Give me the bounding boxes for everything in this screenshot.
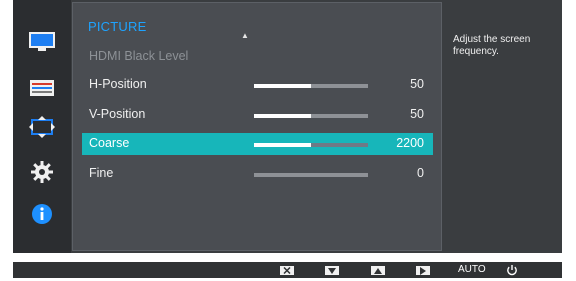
menu-item-fine[interactable]: Fine 0	[82, 163, 433, 185]
sidebar-item-information[interactable]	[13, 197, 71, 231]
bottom-button-bar: AUTO	[13, 262, 562, 278]
menu-item-label: HDMI Black Level	[89, 49, 189, 63]
menu-item-value: 50	[410, 107, 424, 121]
close-button[interactable]	[280, 266, 294, 275]
help-description: Adjust the screen frequency.	[453, 34, 531, 57]
close-x-icon	[283, 267, 291, 274]
menu-item-label: Fine	[89, 166, 114, 180]
menu-item-value: 50	[410, 77, 424, 91]
auto-button[interactable]: AUTO	[458, 264, 486, 275]
slider-fill	[254, 114, 311, 118]
menu-item-value: 2200	[396, 136, 424, 150]
sidebar-item-onscreen-display[interactable]	[13, 71, 71, 105]
sidebar-item-settings[interactable]	[13, 155, 71, 189]
information-icon	[32, 204, 52, 224]
monitor-picture-icon	[29, 32, 55, 51]
arrow-up-icon	[374, 267, 382, 274]
picture-menu-panel: PICTURE ▲ HDMI Black Level H-Position 50…	[72, 2, 442, 251]
settings-gear-icon	[31, 161, 53, 183]
coarse-slider[interactable]	[254, 143, 368, 147]
menu-item-v-position[interactable]: V-Position 50	[82, 104, 433, 126]
up-button[interactable]	[371, 266, 385, 275]
slider-fill	[254, 84, 311, 88]
h-position-slider[interactable]	[254, 84, 368, 88]
down-button[interactable]	[325, 266, 339, 275]
menu-item-coarse[interactable]: Coarse 2200	[82, 133, 433, 155]
menu-item-value: 0	[417, 166, 424, 180]
slider-fill	[254, 143, 311, 147]
power-button[interactable]	[506, 263, 518, 276]
arrow-down-icon	[328, 267, 336, 274]
scroll-up-icon: ▲	[241, 31, 249, 40]
fine-slider[interactable]	[254, 173, 368, 177]
onscreen-display-icon	[30, 80, 54, 96]
power-icon	[507, 265, 517, 276]
menu-item-h-position[interactable]: H-Position 50	[82, 74, 433, 96]
enter-button[interactable]	[416, 266, 430, 275]
osd-sidebar	[13, 0, 71, 253]
sidebar-item-position[interactable]	[13, 110, 71, 144]
arrow-right-icon	[420, 266, 426, 275]
v-position-slider[interactable]	[254, 114, 368, 118]
menu-item-label: H-Position	[89, 77, 147, 91]
sidebar-item-picture[interactable]	[13, 25, 71, 59]
menu-item-label: V-Position	[89, 107, 146, 121]
position-move-icon	[29, 116, 55, 138]
menu-title: PICTURE	[88, 19, 147, 34]
menu-item-hdmi-black-level: HDMI Black Level	[82, 46, 433, 68]
menu-item-label: Coarse	[89, 136, 130, 150]
